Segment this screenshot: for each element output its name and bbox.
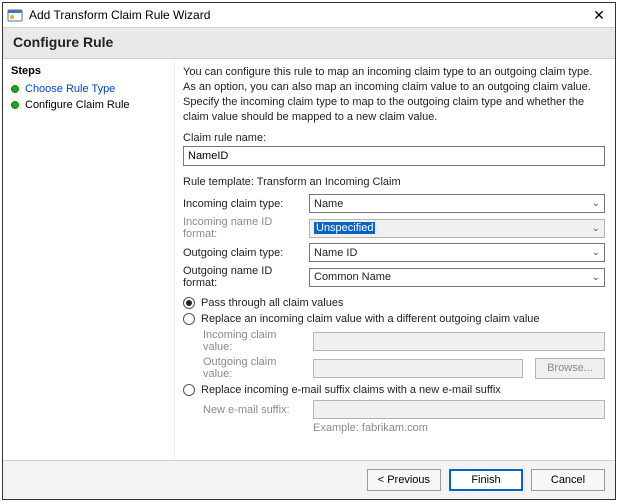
outgoing-claim-value-label: Outgoing claim value: — [203, 356, 307, 380]
close-icon[interactable]: ✕ — [587, 7, 611, 24]
radio-label: Replace an incoming claim value with a d… — [201, 313, 540, 325]
step-bullet-icon — [11, 101, 19, 109]
radio-icon — [183, 297, 195, 309]
combo-value: Name ID — [314, 247, 357, 259]
step-label: Configure Claim Rule — [25, 99, 130, 111]
radio-pass-through[interactable]: Pass through all claim values — [183, 297, 605, 309]
cancel-button[interactable]: Cancel — [531, 469, 605, 491]
incoming-claim-type-combo[interactable]: Name ⌄ — [309, 194, 605, 213]
chevron-down-icon: ⌄ — [592, 198, 600, 209]
incoming-name-id-format-label: Incoming name ID format: — [183, 216, 303, 240]
chevron-down-icon: ⌄ — [592, 272, 600, 283]
window-title: Add Transform Claim Rule Wizard — [29, 8, 210, 22]
rule-template-label: Rule template: Transform an Incoming Cla… — [183, 176, 605, 188]
radio-icon — [183, 384, 195, 396]
radio-replace-value[interactable]: Replace an incoming claim value with a d… — [183, 313, 605, 325]
outgoing-claim-type-label: Outgoing claim type: — [183, 247, 303, 259]
claim-rule-name-label: Claim rule name: — [183, 132, 605, 144]
combo-value: Common Name — [314, 271, 391, 283]
finish-button[interactable]: Finish — [449, 469, 523, 491]
main-panel: You can configure this rule to map an in… — [175, 59, 615, 460]
claim-value-option-group: Pass through all claim values Replace an… — [183, 297, 605, 434]
outgoing-claim-type-combo[interactable]: Name ID ⌄ — [309, 243, 605, 262]
chevron-down-icon: ⌄ — [592, 223, 600, 234]
description-text: You can configure this rule to map an in… — [183, 65, 605, 124]
email-suffix-example: Example: fabrikam.com — [313, 422, 605, 434]
new-email-suffix-input — [313, 400, 605, 419]
combo-value: Unspecified — [314, 222, 375, 234]
body: Steps Choose Rule Type Configure Claim R… — [3, 59, 615, 460]
previous-button[interactable]: < Previous — [367, 469, 441, 491]
outgoing-name-id-format-combo[interactable]: Common Name ⌄ — [309, 268, 605, 287]
claim-rule-name-input[interactable] — [183, 146, 605, 166]
step-configure-claim-rule[interactable]: Configure Claim Rule — [11, 97, 166, 113]
incoming-claim-type-label: Incoming claim type: — [183, 198, 303, 210]
incoming-claim-value-input — [313, 332, 605, 351]
incoming-claim-value-label: Incoming claim value: — [203, 329, 307, 353]
radio-replace-suffix[interactable]: Replace incoming e-mail suffix claims wi… — [183, 384, 605, 396]
outgoing-name-id-format-label: Outgoing name ID format: — [183, 265, 303, 289]
footer-buttons: < Previous Finish Cancel — [3, 460, 615, 499]
steps-header: Steps — [11, 65, 166, 77]
page-title: Configure Rule — [3, 27, 615, 59]
step-label: Choose Rule Type — [25, 83, 115, 95]
radio-icon — [183, 313, 195, 325]
incoming-name-id-format-combo: Unspecified ⌄ — [309, 219, 605, 238]
step-choose-rule-type[interactable]: Choose Rule Type — [11, 81, 166, 97]
step-bullet-icon — [11, 85, 19, 93]
wizard-icon — [7, 7, 23, 23]
radio-label: Replace incoming e-mail suffix claims wi… — [201, 384, 501, 396]
browse-button: Browse... — [535, 358, 605, 379]
radio-label: Pass through all claim values — [201, 297, 343, 309]
new-email-suffix-label: New e-mail suffix: — [203, 404, 307, 416]
steps-sidebar: Steps Choose Rule Type Configure Claim R… — [3, 59, 175, 460]
dialog-window: Add Transform Claim Rule Wizard ✕ Config… — [2, 2, 616, 500]
chevron-down-icon: ⌄ — [592, 247, 600, 258]
combo-value: Name — [314, 198, 343, 210]
outgoing-claim-value-input — [313, 359, 523, 378]
titlebar: Add Transform Claim Rule Wizard ✕ — [3, 3, 615, 27]
